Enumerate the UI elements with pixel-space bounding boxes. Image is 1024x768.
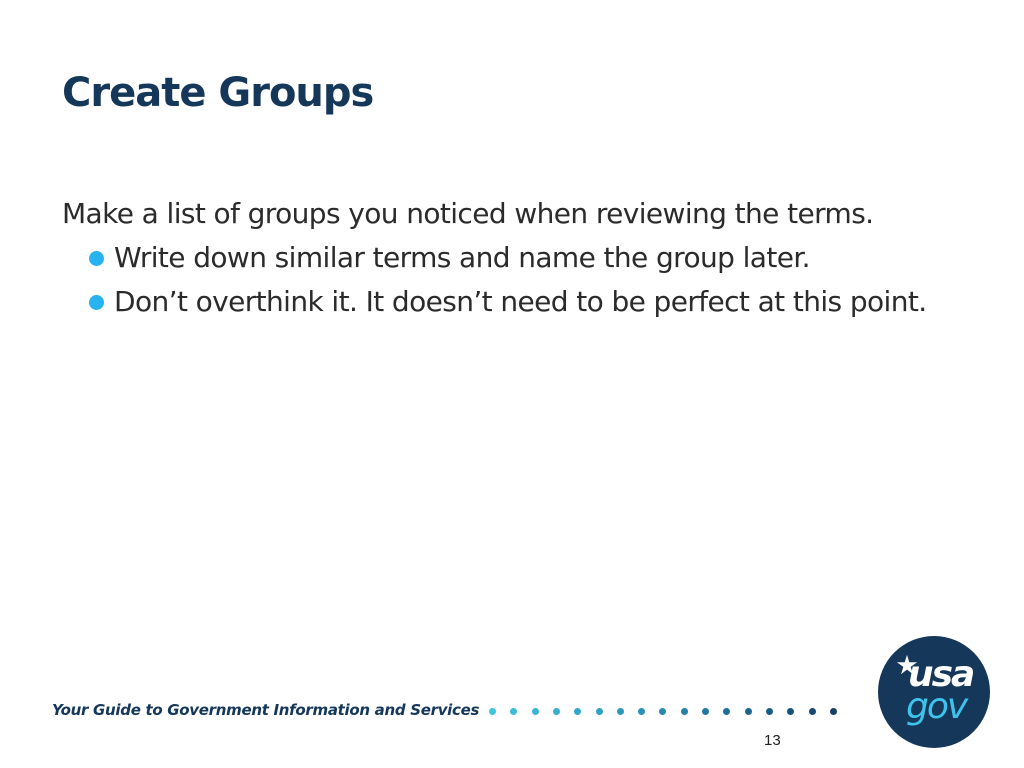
decorative-dot [510,708,518,715]
decorative-dot [489,708,496,715]
decorative-dot [702,708,709,715]
decorative-dot [659,708,667,715]
bullet-text: Don’t overthink it. It doesn’t need to b… [114,285,927,318]
bullet-item: Don’t overthink it. It doesn’t need to b… [62,280,962,324]
bullet-text: Write down similar terms and name the gr… [114,241,811,274]
decorative-dot [680,708,688,715]
decorative-dot [765,708,773,715]
decorative-dot [808,708,816,715]
decorative-dot [638,708,646,715]
bullet-item: Write down similar terms and name the gr… [62,236,962,280]
bullet-dot-icon [89,295,104,310]
intro-text: Make a list of groups you noticed when r… [62,197,874,230]
slide-body: Make a list of groups you noticed when r… [62,192,962,324]
bullet-list: Write down similar terms and name the gr… [62,236,962,324]
decorative-dot [723,708,731,715]
decorative-dot [616,708,624,715]
slide-title: Create Groups [62,70,374,116]
decorative-dot [595,708,603,715]
logo-gov-text: gov [906,686,968,727]
decorative-dot [531,708,539,715]
decorative-dot [829,708,837,715]
usagov-logo: usa gov [878,636,990,748]
decorative-dot [574,708,582,715]
bullet-dot-icon [89,251,104,266]
decorative-dot [552,708,560,715]
decorative-dot [744,708,752,715]
page-number: 13 [764,732,781,749]
footer-tagline: Your Guide to Government Information and… [52,701,480,719]
decorative-dot [787,708,795,715]
